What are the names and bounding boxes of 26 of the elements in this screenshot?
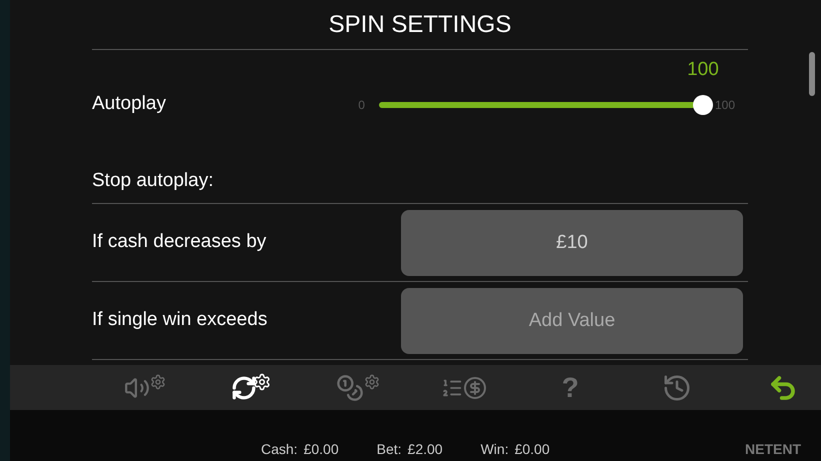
slider-value: 100 bbox=[687, 58, 719, 82]
slider-min-label: 0 bbox=[358, 96, 365, 114]
scrollbar[interactable] bbox=[809, 52, 815, 96]
status-value: £2.00 bbox=[408, 440, 443, 459]
status-label: Cash: bbox=[261, 440, 298, 459]
brand-logo-text: NETENT bbox=[745, 440, 801, 459]
status-label: Bet: bbox=[376, 440, 402, 459]
autoplay-label: Autoplay bbox=[92, 92, 166, 116]
list-money-icon bbox=[440, 376, 487, 400]
status-value: £0.00 bbox=[304, 440, 339, 459]
coin-settings-icon bbox=[336, 374, 380, 402]
condition-label: If single win exceeds bbox=[92, 308, 268, 332]
slider-thumb[interactable] bbox=[692, 94, 713, 114]
toolbar-button[interactable]: ? bbox=[540, 368, 600, 408]
status-label: Win: bbox=[480, 440, 509, 459]
value-field[interactable]: £10 bbox=[401, 210, 743, 276]
autoplay-settings-icon bbox=[231, 374, 272, 400]
panel-title: SPIN SETTINGS bbox=[328, 10, 512, 40]
sound-settings-icon bbox=[124, 374, 166, 400]
status-value: £0.00 bbox=[514, 440, 550, 459]
stop-autoplay-heading: Stop autoplay: bbox=[92, 169, 214, 194]
history-icon bbox=[662, 372, 692, 402]
help-icon: ? bbox=[562, 374, 579, 402]
value-field[interactable]: Add Value bbox=[401, 288, 743, 354]
condition-label: If cash decreases by bbox=[92, 230, 266, 254]
slider-max-label: 100 bbox=[714, 96, 735, 114]
